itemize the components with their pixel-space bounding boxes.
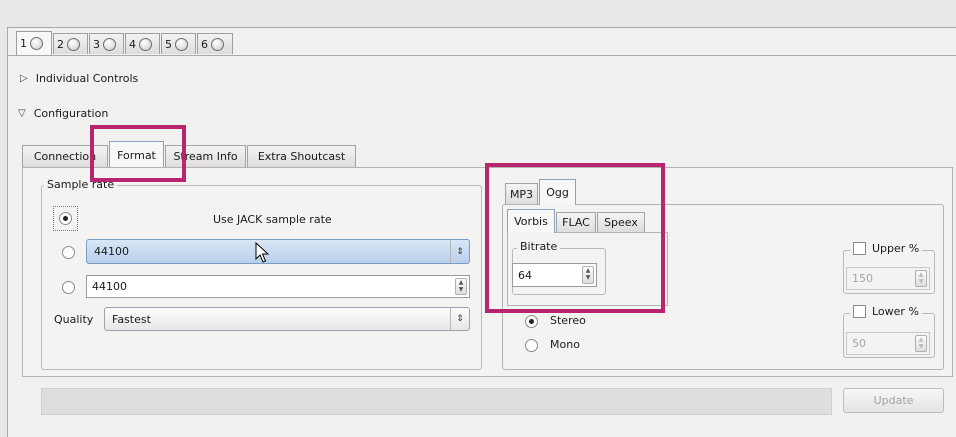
tab-extra-shoutcast-label: Extra Shoutcast xyxy=(257,150,346,163)
tab-5-status-icon xyxy=(175,37,188,51)
lower-label: Lower % xyxy=(872,305,919,318)
stereo-radio[interactable] xyxy=(525,315,538,328)
lower-spin-arrows-icon[interactable]: ▲ ▼ xyxy=(915,335,927,352)
tab-1[interactable]: 1 xyxy=(16,31,52,55)
configuration-label: Configuration xyxy=(33,107,109,120)
lower-legend: Lower % xyxy=(850,305,922,318)
focus-ring xyxy=(53,206,78,231)
triangle-down-icon: ▽ xyxy=(18,108,26,119)
upper-spin-arrows-icon[interactable]: ▲ ▼ xyxy=(915,270,927,287)
spin-arrows-icon[interactable]: ▲ ▼ xyxy=(455,278,467,295)
tab-3[interactable]: 3 xyxy=(89,33,124,54)
jack-sample-rate-label: Use JACK sample rate xyxy=(213,213,332,226)
tab-4[interactable]: 4 xyxy=(125,33,160,54)
sample-rate-combo-value: 44100 xyxy=(94,245,129,258)
upper-spinbox[interactable]: 150 ▲ ▼ xyxy=(846,267,930,290)
tab-6-status-icon xyxy=(211,37,224,51)
tab-4-status-icon xyxy=(139,37,152,51)
tab-2-label: 2 xyxy=(57,37,64,51)
upper-legend: Upper % xyxy=(850,242,923,255)
sample-rate-spinbox[interactable]: 44100 ▲ ▼ xyxy=(86,275,470,298)
triangle-right-icon: ▷ xyxy=(20,73,28,84)
tab-2-status-icon xyxy=(67,37,80,51)
individual-controls-expander[interactable]: ▷ Individual Controls xyxy=(20,72,138,85)
tab-4-label: 4 xyxy=(129,37,136,51)
tab-extra-shoutcast[interactable]: Extra Shoutcast xyxy=(247,145,356,167)
mono-radio[interactable] xyxy=(525,339,538,352)
tab-5-label: 5 xyxy=(165,37,172,51)
tab-1-label: 1 xyxy=(20,37,27,50)
lower-spinbox[interactable]: 50 ▲ ▼ xyxy=(846,332,930,355)
lower-checkbox[interactable] xyxy=(853,305,866,318)
quality-combo-value: Fastest xyxy=(112,312,151,326)
tab-3-label: 3 xyxy=(93,37,100,51)
configuration-expander[interactable]: ▽ Configuration xyxy=(18,107,108,120)
tab-1-status-icon xyxy=(30,37,43,50)
tab-6[interactable]: 6 xyxy=(197,33,233,54)
sample-rate-spinbox-value: 44100 xyxy=(92,280,127,293)
tab-6-label: 6 xyxy=(201,37,208,51)
update-button-label: Update xyxy=(873,394,914,407)
lower-value: 50 xyxy=(852,337,866,350)
tab-3-status-icon xyxy=(103,37,116,51)
mono-label: Mono xyxy=(550,338,580,351)
stereo-label: Stereo xyxy=(550,314,586,327)
upper-label: Upper % xyxy=(872,242,920,255)
status-bar xyxy=(41,388,832,415)
ogg-bitrate-highlight xyxy=(485,163,665,313)
tab-5[interactable]: 5 xyxy=(161,33,196,54)
tab-2[interactable]: 2 xyxy=(53,33,88,54)
upper-value: 150 xyxy=(852,272,873,285)
individual-controls-label: Individual Controls xyxy=(35,72,139,85)
mouse-cursor-icon xyxy=(255,242,270,263)
format-tab-highlight xyxy=(90,125,186,182)
custom-sample-rate-radio[interactable] xyxy=(62,281,75,294)
combo-sample-rate-radio[interactable] xyxy=(62,246,75,259)
tab-connection-label: Connection xyxy=(33,150,97,163)
quality-arrows-icon: ⇕ xyxy=(450,308,469,330)
quality-label: Quality xyxy=(54,313,94,326)
upper-checkbox[interactable] xyxy=(853,242,866,255)
update-button[interactable]: Update xyxy=(843,388,944,413)
quality-combo[interactable]: Fastest ⇕ xyxy=(104,307,470,331)
tab-divider xyxy=(7,55,956,56)
combo-arrows-icon: ⇕ xyxy=(450,240,469,263)
sample-rate-combo[interactable]: 44100 ⇕ xyxy=(86,239,470,264)
